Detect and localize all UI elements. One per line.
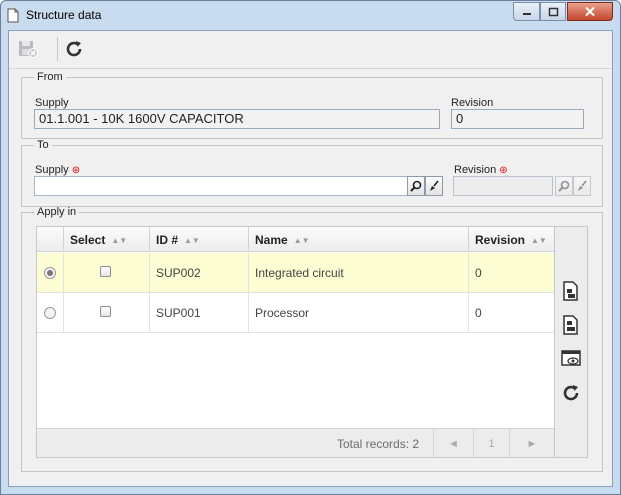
row-revision: 0 bbox=[475, 266, 482, 280]
add-item-button[interactable] bbox=[559, 279, 583, 303]
toolbar-divider bbox=[9, 68, 612, 69]
row-radio[interactable] bbox=[44, 307, 56, 319]
column-header-id[interactable]: ID # ▲▼ bbox=[150, 227, 249, 252]
magnifier-icon bbox=[410, 180, 422, 192]
grid-header: Select ▲▼ ID # ▲▼ Name ▲▼ Revision ▲▼ bbox=[37, 227, 554, 252]
broom-icon bbox=[430, 180, 439, 191]
broom-icon bbox=[578, 180, 587, 191]
sort-icon: ▲▼ bbox=[531, 236, 547, 245]
row-select-checkbox[interactable] bbox=[100, 266, 111, 277]
column-header-name[interactable]: Name ▲▼ bbox=[249, 227, 469, 252]
row-revision: 0 bbox=[475, 306, 482, 320]
to-legend: To bbox=[37, 139, 49, 151]
structure-data-window: Structure data From Supply 01.1.001 - 10… bbox=[0, 0, 621, 495]
to-revision-label-text: Revision bbox=[454, 164, 497, 176]
minimize-button[interactable] bbox=[513, 2, 540, 21]
radio-column-header bbox=[37, 227, 64, 252]
add-document-icon bbox=[563, 281, 578, 301]
clear-supply-button[interactable] bbox=[425, 176, 443, 196]
apply-in-legend: Apply in bbox=[37, 206, 77, 218]
document-icon bbox=[563, 315, 578, 335]
refresh-icon bbox=[563, 385, 579, 401]
from-supply-label: Supply bbox=[35, 97, 69, 109]
column-header-revision[interactable]: Revision ▲▼ bbox=[469, 227, 554, 252]
required-icon: ⊛ bbox=[499, 165, 508, 176]
from-legend: From bbox=[37, 71, 63, 83]
sort-icon: ▲▼ bbox=[111, 236, 128, 245]
from-revision-label: Revision bbox=[451, 97, 494, 109]
to-revision-input[interactable] bbox=[453, 176, 553, 196]
total-records: Total records: 2 bbox=[337, 437, 420, 451]
row-id: SUP002 bbox=[150, 253, 249, 292]
row-id: SUP001 bbox=[150, 293, 249, 332]
edit-item-button[interactable] bbox=[559, 313, 583, 337]
sort-icon: ▲▼ bbox=[184, 236, 200, 245]
grid-side-toolbar bbox=[555, 226, 588, 458]
dialog-body: From Supply 01.1.001 - 10K 1600V CAPACIT… bbox=[8, 30, 613, 487]
refresh-icon bbox=[66, 41, 82, 57]
close-button[interactable] bbox=[567, 2, 613, 21]
required-icon: ⊛ bbox=[71, 165, 81, 176]
row-name: Processor bbox=[249, 293, 469, 332]
refresh-grid-button[interactable] bbox=[559, 381, 583, 405]
search-supply-button[interactable] bbox=[407, 176, 425, 196]
magnifier-icon bbox=[558, 180, 570, 192]
view-window-icon bbox=[561, 350, 581, 366]
to-supply-input[interactable] bbox=[34, 176, 408, 196]
refresh-button[interactable] bbox=[60, 35, 88, 63]
toolbar bbox=[9, 31, 612, 67]
column-header-select[interactable]: Select ▲▼ bbox=[64, 227, 150, 252]
clear-revision-button[interactable] bbox=[573, 176, 591, 196]
save-icon bbox=[19, 41, 38, 58]
save-button[interactable] bbox=[14, 35, 42, 63]
grid-footer: Total records: 2 ◄ 1 ► bbox=[37, 428, 554, 458]
apply-in-grid: Select ▲▼ ID # ▲▼ Name ▲▼ Revision ▲▼ SUP002… bbox=[36, 226, 555, 458]
document-icon bbox=[7, 8, 19, 23]
to-supply-label-text: Supply bbox=[35, 164, 69, 176]
row-select-checkbox[interactable] bbox=[100, 306, 111, 317]
toolbar-separator bbox=[57, 37, 58, 61]
title-bar[interactable]: Structure data bbox=[1, 1, 620, 29]
to-supply-label: Supply ⊛ bbox=[35, 164, 80, 176]
to-group: To bbox=[21, 139, 603, 207]
window-title: Structure data bbox=[26, 8, 102, 22]
from-revision-field[interactable]: 0 bbox=[451, 109, 584, 129]
sort-icon: ▲▼ bbox=[293, 236, 310, 245]
to-revision-label: Revision ⊛ bbox=[454, 164, 508, 176]
row-name: Integrated circuit bbox=[249, 253, 469, 292]
from-supply-field[interactable]: 01.1.001 - 10K 1600V CAPACITOR bbox=[34, 109, 440, 129]
page-number: 1 bbox=[473, 429, 509, 458]
table-row[interactable]: SUP001 Processor 0 bbox=[37, 293, 554, 333]
next-page-button[interactable]: ► bbox=[509, 429, 554, 458]
maximize-button[interactable] bbox=[540, 2, 566, 21]
search-revision-button[interactable] bbox=[555, 176, 573, 196]
row-radio[interactable] bbox=[44, 267, 56, 279]
prev-page-button[interactable]: ◄ bbox=[433, 429, 473, 458]
view-item-button[interactable] bbox=[559, 347, 583, 371]
table-row[interactable]: SUP002 Integrated circuit 0 bbox=[37, 253, 554, 293]
